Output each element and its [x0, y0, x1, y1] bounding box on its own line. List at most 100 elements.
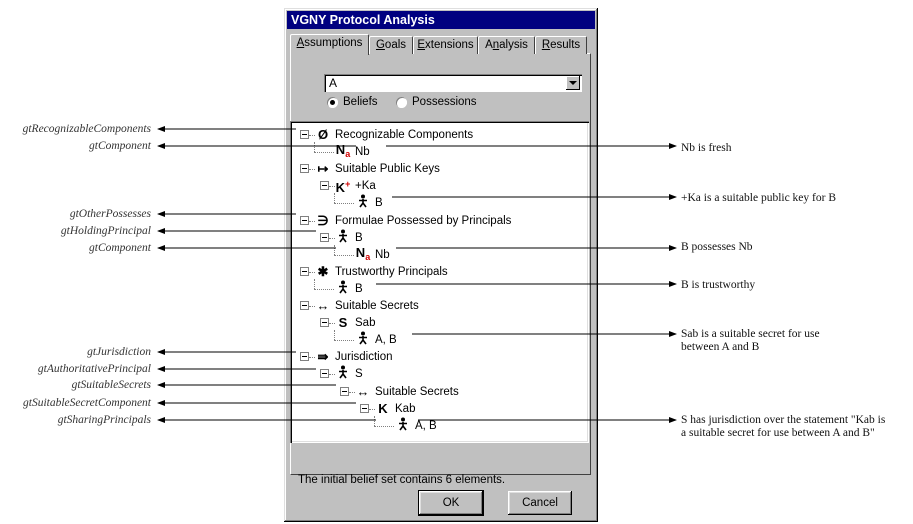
annotation-left: gtSharingPrincipals — [57, 414, 151, 426]
annotation-right: a suitable secret for use between A and … — [681, 427, 875, 439]
principal-icon — [355, 331, 371, 349]
principal-icon — [335, 365, 351, 383]
tree-node-label: Recognizable Components — [335, 129, 474, 141]
empty-set-icon: Ø — [317, 127, 329, 142]
cancel-button[interactable]: Cancel — [508, 491, 572, 515]
tree-connector — [314, 278, 315, 289]
tree-node-label: Trustworthy Principals — [335, 265, 448, 278]
collapse-toggle[interactable] — [300, 130, 309, 139]
annotation-right: Nb is fresh — [681, 142, 732, 154]
bidirectional-arrow-icon: ↔ — [316, 298, 330, 313]
public-key-arrow-icon: ↦ — [317, 161, 329, 177]
tab-results[interactable]: Results — [535, 36, 587, 54]
tree-node-a-b[interactable]: A, B — [355, 331, 397, 349]
annotation-left: gtSuitableSecrets — [71, 379, 151, 391]
annotation-left: gtAuthoritativePrincipal — [37, 363, 151, 375]
tree-node-nb[interactable]: Na Nb — [335, 142, 370, 160]
tree-node-s[interactable]: S — [335, 365, 363, 383]
key-icon: K — [378, 400, 388, 416]
status-text: The initial belief set contains 6 elemen… — [298, 474, 506, 486]
radio-possessions[interactable]: Possessions — [396, 96, 477, 108]
tree-node-b[interactable]: B — [355, 194, 383, 212]
collapse-toggle[interactable] — [320, 369, 329, 379]
tree-node-sab[interactable]: S Sab — [335, 315, 376, 331]
tree-node-label: +Ka — [355, 180, 376, 193]
jurisdiction-arrow-icon: ⇛ — [317, 349, 329, 365]
tree-node-label: Kab — [395, 402, 416, 415]
tree-node-suitable-secrets[interactable]: ↔ Suitable Secrets — [315, 298, 419, 314]
annotation-left: gtComponent — [89, 242, 151, 254]
collapse-toggle[interactable] — [320, 318, 329, 328]
collapse-toggle[interactable] — [340, 386, 349, 396]
annotation-left: gtJurisdiction — [87, 346, 151, 358]
collapse-toggle[interactable] — [300, 164, 309, 174]
annotation-right: B is trustworthy — [681, 279, 756, 291]
tree-node-label: A, B — [415, 419, 437, 432]
tree-connector — [334, 203, 354, 205]
tree-connector — [314, 288, 334, 290]
tree-node-label: Suitable Secrets — [335, 300, 419, 312]
tree-node-label: S — [355, 368, 363, 381]
tree-node-formulae-possessed[interactable]: ∋ Formulae Possessed by Principals — [315, 213, 511, 229]
tree-node-recognizable-components[interactable]: Ø Recognizable Components — [315, 127, 473, 143]
annotation-right: S has jurisdiction over the statement "K… — [681, 414, 886, 426]
belief-tree[interactable]: Ø Recognizable Components Na Nb ↦ Suitable Pu… — [290, 121, 589, 443]
annotation-right: +Ka is a suitable public key for B — [681, 192, 836, 204]
radio-beliefs-label: Beliefs — [343, 96, 378, 108]
tree-node-label: A, B — [375, 334, 397, 347]
annotation-right: Sab is a suitable secret for use — [681, 328, 820, 340]
tree-connector — [314, 152, 334, 154]
principal-select[interactable]: A — [324, 74, 582, 92]
tab-goals[interactable]: Goals — [369, 36, 413, 54]
chevron-down-icon[interactable] — [566, 76, 580, 90]
dialog-title: VGNY Protocol Analysis — [287, 11, 595, 29]
tree-node-label: B — [375, 197, 383, 210]
tree-connector — [334, 330, 335, 341]
collapse-toggle[interactable] — [300, 266, 309, 276]
tree-node-a-b[interactable]: A, B — [395, 417, 437, 434]
tree-node-label: Jurisdiction — [335, 351, 393, 364]
tree-node-suitable-public-keys[interactable]: ↦ Suitable Public Keys — [315, 161, 440, 177]
tree-connector — [334, 254, 354, 256]
tab-extensions[interactable]: Extensions — [413, 36, 478, 54]
tree-node-suitable-secrets[interactable]: ↔ Suitable Secrets — [355, 384, 459, 400]
tree-connector — [334, 340, 354, 342]
collapse-toggle[interactable] — [300, 352, 309, 362]
tree-connector — [334, 193, 335, 204]
collapse-toggle[interactable] — [320, 181, 329, 191]
collapse-toggle[interactable] — [360, 403, 369, 413]
tab-assumptions[interactable]: Assumptions — [290, 34, 369, 55]
radio-possessions-dot[interactable] — [396, 96, 407, 108]
tree-node-label: Suitable Secrets — [375, 385, 459, 398]
tree-node-kab[interactable]: K Kab — [375, 401, 415, 417]
tree-node-jurisdiction[interactable]: ⇛ Jurisdiction — [315, 349, 393, 365]
principal-icon — [355, 194, 371, 212]
ok-button[interactable]: OK — [418, 490, 484, 516]
tree-node-label: Nb — [355, 146, 370, 159]
annotation-left: gtHoldingPrincipal — [60, 225, 151, 237]
nonce-icon: Na — [335, 142, 351, 160]
annotation-left: gtSuitableSecretComponent — [23, 397, 151, 409]
collapse-toggle[interactable] — [300, 215, 309, 225]
radio-beliefs[interactable]: Beliefs — [327, 96, 378, 108]
collapse-toggle[interactable] — [300, 301, 309, 310]
tab-analysis[interactable]: Analysis — [478, 36, 535, 54]
annotation-left: gtComponent — [89, 140, 151, 152]
tree-node-label: Suitable Public Keys — [335, 163, 440, 176]
tree-node-label: Nb — [375, 248, 390, 261]
tree-node-trustworthy-principals[interactable]: ✱ Trustworthy Principals — [315, 264, 448, 280]
radio-possessions-label: Possessions — [412, 96, 477, 108]
tree-node-nb[interactable]: Na Nb — [355, 244, 390, 263]
protocol-analysis-dialog: VGNY Protocol Analysis Assumptions Goals… — [284, 8, 598, 522]
nonce-icon: Na — [355, 244, 371, 262]
collapse-toggle[interactable] — [320, 232, 329, 242]
secret-icon: S — [338, 315, 348, 331]
tree-node-b[interactable]: B — [335, 229, 363, 246]
tree-connector — [374, 425, 394, 427]
radio-beliefs-dot[interactable] — [327, 96, 338, 108]
principal-icon — [335, 280, 351, 298]
tree-node-b[interactable]: B — [335, 280, 363, 298]
tree-node-plus-ka[interactable]: K+ +Ka — [335, 178, 376, 195]
ok-button-label: OK — [442, 497, 460, 509]
tree-node-label: B — [355, 282, 363, 295]
